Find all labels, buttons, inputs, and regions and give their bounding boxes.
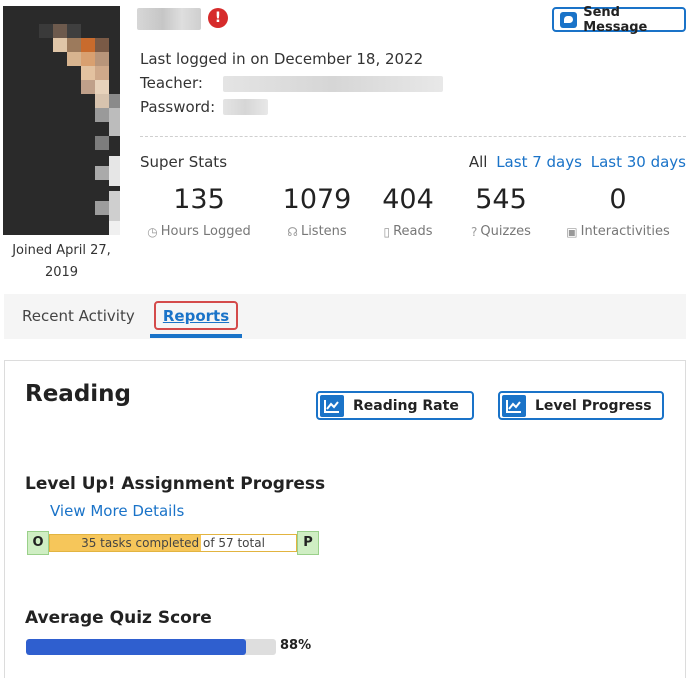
headphones-icon: ☊ [287,224,298,239]
super-stats-title: Super Stats [140,153,228,171]
password-value-redacted [223,99,268,115]
clock-icon: ◷ [147,224,158,239]
stat-value: 135 [173,184,225,215]
to-level-badge: P [297,531,319,555]
last-login-text: Last logged in on December 18, 2022 [140,50,424,68]
stat-value: 404 [382,184,434,215]
filter-all[interactable]: All [469,153,488,171]
send-message-button[interactable]: Send Message [552,4,686,35]
quiz-score-bar [26,639,276,655]
assignment-progress-text: 35 tasks completed of 57 total [50,535,296,551]
avatar [3,6,120,235]
send-message-label: Send Message [583,4,648,35]
chat-bubble-icon [560,11,578,28]
stat-reads: 404 ▯ Reads [372,184,444,239]
reading-rate-label: Reading Rate [353,397,459,414]
from-level-badge: O [27,531,49,555]
filter-last-7-days[interactable]: Last 7 days [496,153,582,171]
tab-reports[interactable]: Reports [154,301,238,330]
tab-recent-activity[interactable]: Recent Activity [22,307,135,325]
stat-label: Listens [300,224,347,239]
book-icon: ▯ [383,224,391,239]
level-progress-label: Level Progress [535,397,652,414]
quiz-score-fill [26,639,246,655]
filter-last-30-days[interactable]: Last 30 days [591,153,686,171]
reading-title: Reading [25,381,132,407]
line-chart-icon [320,394,344,417]
completed-text: 35 tasks completed [81,536,200,550]
interactive-icon: ▣ [566,224,578,239]
assignment-progress-bar: 35 tasks completed of 57 total [49,534,297,552]
exclamation-icon[interactable]: ! [208,8,228,28]
password-label: Password: [140,98,216,116]
line-chart-icon [502,394,526,417]
teacher-label: Teacher: [140,74,203,92]
stat-value: 0 [609,184,627,215]
level-progress-button[interactable]: Level Progress [498,391,664,420]
stat-label: Interactivities [580,224,670,239]
divider [140,136,686,137]
teacher-value-redacted [223,76,443,92]
student-name-redacted [137,8,201,30]
stat-label: Quizzes [480,224,531,239]
stat-interactivities: 0 ▣ Interactivities [562,184,674,239]
joined-date: Joined April 27, 2019 [12,243,111,280]
quiz-score-percent: 88% [280,638,312,653]
reading-card: Reading Reading Rate Level Progress Leve… [4,360,686,678]
stat-quizzes: 545 ? Quizzes [463,184,539,239]
total-text: of 57 total [203,536,265,550]
stat-hours-logged: 135 ◷ Hours Logged [143,184,255,239]
stat-label: Hours Logged [160,224,251,239]
stat-value: 1079 [282,184,352,215]
reading-rate-button[interactable]: Reading Rate [316,391,474,420]
view-more-details-link[interactable]: View More Details [50,502,184,520]
question-icon: ? [471,224,478,239]
stats-filter-group: All Last 7 days Last 30 days [469,153,686,171]
stat-label: Reads [393,224,433,239]
active-tab-indicator [150,334,242,338]
stat-listens: 1079 ☊ Listens [280,184,354,239]
average-quiz-title: Average Quiz Score [25,608,212,628]
tab-bar: Recent Activity Reports [4,294,686,339]
stat-value: 545 [475,184,527,215]
level-up-title: Level Up! Assignment Progress [25,474,326,494]
